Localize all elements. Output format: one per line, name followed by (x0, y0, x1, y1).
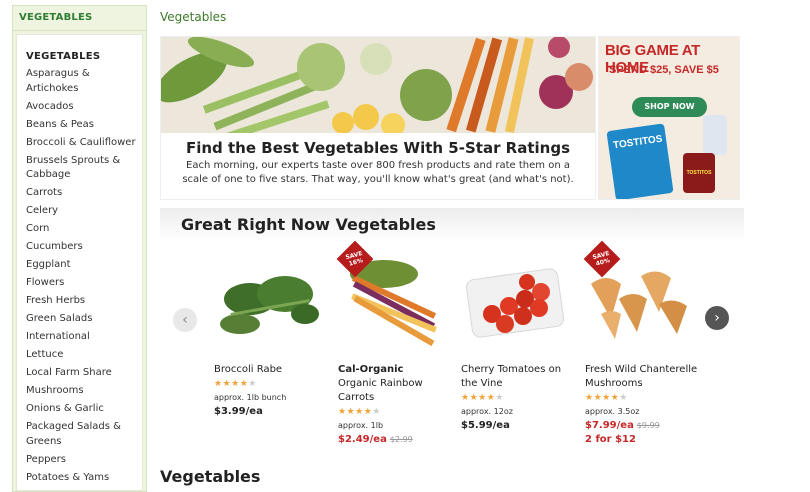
product-price: $5.99/ea (461, 420, 510, 431)
product-card[interactable]: SAVE 40% Fresh Wild Chanterelle Mushroom… (581, 240, 697, 445)
product-price: $2.49/ea (338, 434, 387, 445)
product-card[interactable]: Cherry Tomatoes on the Vine ★★★★★ approx… (457, 244, 573, 444)
star-rating: ★★★★★ (214, 379, 257, 389)
vegetables-illustration (161, 37, 595, 133)
product-quantity: approx. 1lb (338, 421, 384, 430)
sidebar-item[interactable]: Lettuce (26, 348, 141, 363)
sidebar-item[interactable]: Eggplant (26, 258, 141, 273)
sidebar-item[interactable]: Potatoes & Yams (26, 471, 141, 486)
hero-title: Find the Best Vegetables With 5-Star Rat… (185, 139, 571, 157)
product-was-price: $9.99 (636, 421, 660, 430)
salsa-brand-label: TOSTITOS (686, 170, 712, 176)
product-quantity: approx. 12oz (461, 407, 513, 416)
sidebar-item[interactable]: Peppers (26, 453, 141, 468)
chevron-right-icon[interactable]: › (705, 306, 729, 330)
breadcrumb[interactable]: Vegetables (160, 10, 226, 24)
product-price: $7.99/ea (585, 420, 634, 431)
product-name[interactable]: Cherry Tomatoes on the Vine (461, 364, 561, 389)
ad-offer: SPEND $25, SAVE $5 (609, 64, 719, 76)
sidebar-list: Asparagus & Artichokes Avocados Beans & … (26, 67, 141, 489)
sidebar-item[interactable]: Celery (26, 204, 141, 219)
product-card[interactable]: SAVE 16% Cal-Organic Organic Rainbow Car… (334, 240, 450, 445)
sidebar-header-label: VEGETABLES (19, 12, 93, 23)
product-info: Cal-Organic Organic Rainbow Carrots ★★★★… (338, 363, 454, 447)
chips-bag-image (606, 123, 674, 199)
product-name[interactable]: Broccoli Rabe (214, 364, 282, 375)
shop-now-button[interactable]: SHOP NOW (632, 97, 707, 117)
product-name[interactable]: Organic Rainbow Carrots (338, 378, 423, 403)
sidebar: VEGETABLES Asparagus & Artichokes Avocad… (12, 30, 147, 492)
sidebar-item[interactable]: Brussels Sprouts & Cabbage (26, 154, 141, 183)
star-rating: ★★★★★ (585, 393, 628, 403)
sidebar-item[interactable]: Beans & Peas (26, 118, 141, 133)
hero-text-block: Find the Best Vegetables With 5-Star Rat… (161, 133, 595, 199)
product-quantity: approx. 3.5oz (585, 407, 640, 416)
sidebar-item[interactable]: Packaged Salads & Greens (26, 420, 141, 449)
sidebar-item[interactable]: International (26, 330, 141, 345)
product-card[interactable]: Broccoli Rabe ★★★★★ approx. 1lb bunch $3… (210, 244, 326, 444)
soda-can-image (703, 115, 727, 155)
sidebar-item[interactable]: Cucumbers (26, 240, 141, 255)
sidebar-item[interactable]: Local Farm Share (26, 366, 141, 381)
broccoli-rabe-image (220, 276, 319, 334)
sidebar-item[interactable]: Mushrooms (26, 384, 141, 399)
product-quantity: approx. 1lb bunch (214, 393, 287, 402)
sidebar-item[interactable]: Broccoli & Cauliflower (26, 136, 141, 151)
star-rating: ★★★★★ (461, 393, 504, 403)
product-price: $3.99/ea (214, 406, 263, 417)
sidebar-panel: VEGETABLES Asparagus & Artichokes Avocad… (16, 34, 143, 491)
sidebar-item[interactable]: Green Salads (26, 312, 141, 327)
product-promo: 2 for $12 (585, 434, 636, 445)
hero-vegetable-photo (161, 37, 595, 133)
sidebar-item[interactable]: Corn (26, 222, 141, 237)
product-info: Broccoli Rabe ★★★★★ approx. 1lb bunch $3… (214, 363, 330, 419)
sidebar-title[interactable]: VEGETABLES (26, 51, 100, 62)
sidebar-item[interactable]: Flowers (26, 276, 141, 291)
hero-banner[interactable]: Find the Best Vegetables With 5-Star Rat… (160, 36, 596, 200)
sidebar-item[interactable]: Avocados (26, 100, 141, 115)
cherry-tomatoes-image (465, 268, 565, 338)
product-was-price: $2.99 (389, 435, 413, 444)
sidebar-item[interactable]: Fresh Herbs (26, 294, 141, 309)
promo-ad-banner[interactable]: BIG GAME AT HOME SPEND $25, SAVE $5 SHOP… (598, 36, 740, 200)
product-name[interactable]: Fresh Wild Chanterelle Mushrooms (585, 364, 697, 389)
sidebar-item[interactable]: Onions & Garlic (26, 402, 141, 417)
sidebar-item[interactable]: Asparagus & Artichokes (26, 67, 141, 96)
product-brand[interactable]: Cal-Organic (338, 363, 454, 377)
sidebar-header: VEGETABLES (12, 5, 147, 31)
hero-subtitle: Each morning, our experts taste over 800… (182, 160, 574, 185)
product-info: Fresh Wild Chanterelle Mushrooms ★★★★★ a… (585, 363, 701, 447)
sidebar-item[interactable]: Carrots (26, 186, 141, 201)
section-header-bar: Great Right Now Vegetables (160, 208, 744, 242)
product-info: Cherry Tomatoes on the Vine ★★★★★ approx… (461, 363, 577, 433)
chevron-left-icon[interactable]: ‹ (173, 308, 197, 332)
section-title: Great Right Now Vegetables (181, 215, 436, 234)
star-rating: ★★★★★ (338, 407, 381, 417)
